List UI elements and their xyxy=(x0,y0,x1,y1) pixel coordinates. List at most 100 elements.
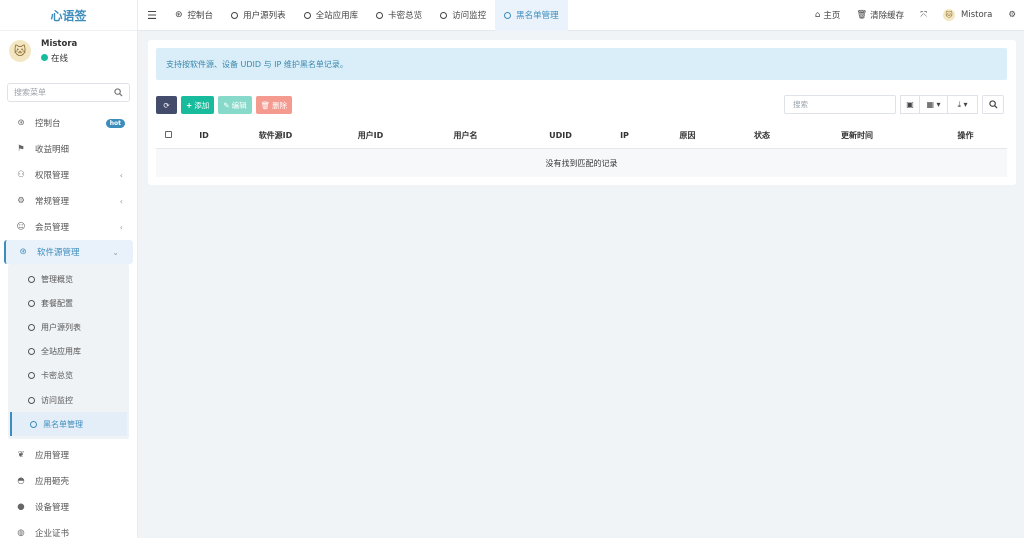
refresh-button[interactable]: ⟳ xyxy=(156,96,177,114)
add-button[interactable]: + 添加 xyxy=(181,96,215,114)
table-search-input[interactable]: 搜索 xyxy=(784,95,896,114)
col-source-id[interactable]: 软件源ID xyxy=(228,130,323,141)
search-icon xyxy=(988,100,998,109)
sidebar-subitem-card-keys[interactable]: 卡密总览 xyxy=(8,364,129,388)
user-avatar: 🐱 xyxy=(9,40,31,62)
sidebar-subitem-access-monitor[interactable]: 访问监控 xyxy=(8,388,129,412)
sidebar-item-dashboard[interactable]: ⊛ 控制台 hot xyxy=(0,110,137,136)
table-header: ID 软件源ID 用户ID 用户名 UDID IP 原因 状态 更新时间 操作 xyxy=(156,123,1007,149)
sidebar-subitem-label: 管理概览 xyxy=(41,274,73,284)
sidebar-item-label: 设备管理 xyxy=(35,503,70,514)
sidebar-subitem-label: 卡密总览 xyxy=(41,371,73,381)
table-toolbar: ⟳ + 添加 ✎ 编辑 🗑 删除 xyxy=(156,96,296,114)
sidebar-item-app-management[interactable]: ❦ 应用管理 xyxy=(0,442,137,468)
columns-icon: ▦ ▾ xyxy=(926,100,941,109)
sidebar-subitem-blacklist[interactable]: 黑名单管理 xyxy=(10,412,127,437)
tab-blacklist[interactable]: 黑名单管理 xyxy=(495,0,568,31)
sidebar: 心语签 🐱 Mistora 在线 搜索菜单 ⊛ 控制台 hot ⚑ 收益明细 ⚇… xyxy=(0,0,138,538)
sidebar-subitem-app-library[interactable]: 全站应用库 xyxy=(8,340,129,364)
sidebar-subitem-label: 用户源列表 xyxy=(41,322,81,332)
select-all-checkbox[interactable] xyxy=(156,130,180,141)
circle-icon xyxy=(28,348,35,356)
online-dot-icon xyxy=(41,54,48,61)
chevron-left-icon: ‹ xyxy=(119,196,123,206)
col-ip[interactable]: IP xyxy=(608,131,641,140)
sidebar-subitem-label: 访问监控 xyxy=(41,395,73,405)
circle-icon xyxy=(28,275,35,283)
tab-label: 访问监控 xyxy=(452,11,487,21)
user-avatar: 🐱 xyxy=(943,9,955,21)
col-user-id[interactable]: 用户ID xyxy=(323,130,418,141)
settings-gear-icon[interactable]: ⚙ xyxy=(1000,10,1024,20)
sidebar-item-label: 企业证书 xyxy=(35,529,70,538)
tab-dashboard[interactable]: ⊛ 控制台 xyxy=(166,0,222,31)
sidebar-item-label: 应用管理 xyxy=(35,451,70,462)
sidebar-item-permissions[interactable]: ⚇ 权限管理 ‹ xyxy=(0,162,137,188)
home-label: 主页 xyxy=(823,11,841,21)
export-button[interactable]: ⤓ ▾ xyxy=(948,95,978,114)
col-id[interactable]: ID xyxy=(180,131,228,140)
sidebar-item-app-decrypt[interactable]: ◓ 应用砸壳 xyxy=(0,468,137,494)
tab-app-library[interactable]: 全站应用库 xyxy=(295,0,368,31)
plus-icon: + xyxy=(186,100,193,110)
sidebar-item-members[interactable]: ☺ 会员管理 ‹ xyxy=(0,214,137,240)
col-actions: 操作 xyxy=(957,131,974,140)
tab-card-keys[interactable]: 卡密总览 xyxy=(367,0,431,31)
sidebar-item-software-sources[interactable]: ⊛ 软件源管理 ⌄ xyxy=(4,240,133,264)
col-udid[interactable]: UDID xyxy=(513,131,608,140)
circle-icon xyxy=(28,299,35,307)
toggle-view-button[interactable]: ▣ xyxy=(900,95,920,114)
delete-button[interactable]: 🗑 删除 xyxy=(255,96,293,114)
info-notice: 支持按软件源、设备 UDID 与 IP 维护黑名单记录。 xyxy=(156,48,1007,80)
clear-cache-button[interactable]: 🗑 清除缓存 xyxy=(848,9,912,21)
col-updated-at[interactable]: 更新时间 xyxy=(790,130,924,141)
app-logo[interactable]: 心语签 xyxy=(0,0,137,31)
col-status[interactable]: 状态 xyxy=(734,130,790,141)
delete-label: 删除 xyxy=(272,100,288,110)
sidebar-item-general[interactable]: ⚙ 常规管理 ‹ xyxy=(0,188,137,214)
sidebar-item-enterprise-cert[interactable]: ◍ 企业证书 xyxy=(0,520,137,538)
sidebar-subitem-label: 套餐配置 xyxy=(41,298,73,308)
sidebar-subitem-user-sources[interactable]: 用户源列表 xyxy=(8,315,129,339)
sidebar-subitem-label: 全站应用库 xyxy=(41,347,81,357)
menu-toggle-icon[interactable]: ☰ xyxy=(138,9,166,22)
circle-icon xyxy=(504,11,512,19)
sidebar-item-label: 权限管理 xyxy=(35,171,70,181)
user-name: Mistora xyxy=(41,38,78,49)
tab-access-monitor[interactable]: 访问监控 xyxy=(431,0,495,31)
circle-icon xyxy=(28,372,35,380)
edit-button[interactable]: ✎ 编辑 xyxy=(218,96,252,114)
checkbox-icon xyxy=(164,130,172,138)
leaf-icon: ❦ xyxy=(17,450,25,461)
refresh-icon: ⟳ xyxy=(163,100,170,110)
sidebar-item-devices[interactable]: ● 设备管理 xyxy=(0,494,137,520)
menu-search-input[interactable]: 搜索菜单 xyxy=(7,83,130,102)
columns-button[interactable]: ▦ ▾ xyxy=(920,95,948,114)
topbar-user-name: Mistora xyxy=(961,10,993,20)
home-link[interactable]: ⌂ 主页 xyxy=(807,9,848,21)
circle-icon xyxy=(376,11,384,19)
sidebar-subitem-overview[interactable]: 管理概览 xyxy=(8,267,129,291)
trash-icon: 🗑 xyxy=(260,100,271,110)
circle-icon xyxy=(440,11,448,19)
export-icon: ⤓ ▾ xyxy=(957,99,968,109)
sidebar-item-label: 会员管理 xyxy=(35,223,70,233)
chevron-left-icon: ‹ xyxy=(119,170,123,180)
sidebar-subitem-packages[interactable]: 套餐配置 xyxy=(8,291,129,315)
col-reason[interactable]: 原因 xyxy=(641,130,734,141)
globe-icon: ◍ xyxy=(17,528,25,538)
flag-icon: ⚑ xyxy=(17,144,25,154)
tab-label: 控制台 xyxy=(187,11,214,21)
advanced-search-button[interactable] xyxy=(982,95,1004,114)
tab-label: 黑名单管理 xyxy=(516,11,559,21)
circle-icon xyxy=(28,323,35,331)
sidebar-item-earnings[interactable]: ⚑ 收益明细 xyxy=(0,136,137,162)
tab-user-sources[interactable]: 用户源列表 xyxy=(222,0,295,31)
add-label: 添加 xyxy=(194,100,210,110)
col-username[interactable]: 用户名 xyxy=(418,130,513,141)
content-panel: 支持按软件源、设备 UDID 与 IP 维护黑名单记录。 ⟳ + 添加 ✎ 编辑… xyxy=(148,40,1016,185)
sidebar-item-label: 应用砸壳 xyxy=(35,477,70,488)
edit-label: 编辑 xyxy=(231,100,247,110)
user-menu[interactable]: 🐱 Mistora xyxy=(935,9,1000,21)
fullscreen-icon[interactable]: ⤧ xyxy=(912,10,935,20)
